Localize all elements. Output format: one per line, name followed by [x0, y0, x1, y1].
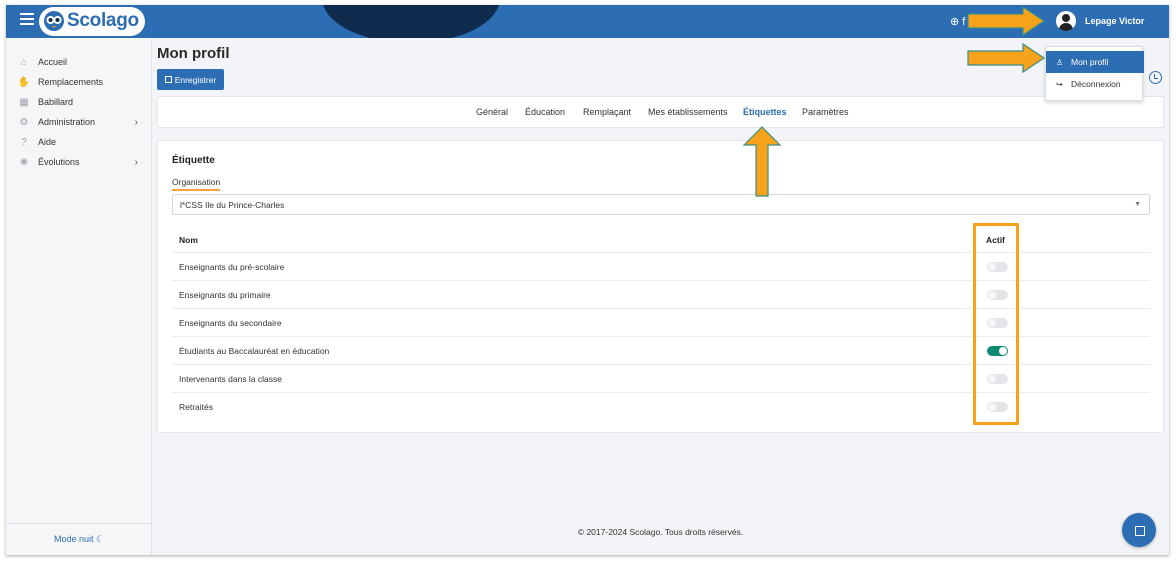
home-icon: ⌂ — [20, 56, 28, 68]
save-fab-button[interactable] — [1122, 513, 1156, 547]
night-mode-toggle[interactable]: Mode nuit ☾ — [6, 523, 152, 555]
organisation-label: Organisation — [172, 177, 221, 191]
save-button-label: Enregistrer — [174, 74, 217, 85]
chevron-down-icon: ▼ — [1134, 201, 1141, 208]
column-header-name: Nom — [179, 235, 198, 245]
user-menu-toggle[interactable]: Lepage Victor — [1056, 9, 1144, 33]
organisation-select[interactable]: l*CSS Ile du Prince-Charles ▼ — [172, 194, 1150, 215]
question-icon: ? — [21, 136, 27, 148]
save-button[interactable]: Enregistrer — [157, 69, 224, 90]
tab-education[interactable]: Éducation — [525, 107, 565, 117]
page-title: Mon profil — [157, 45, 230, 62]
handshake-icon: ✋ — [17, 76, 31, 88]
hamburger-menu-icon[interactable] — [20, 13, 34, 25]
sidebar-item-evolutions[interactable]: ❀ Évolutions › — [6, 152, 152, 172]
sidebar-item-babillard[interactable]: ▦ Babillard — [6, 92, 152, 112]
row-label: Enseignants du secondaire — [179, 318, 282, 328]
chevron-right-icon: › — [134, 156, 138, 168]
sidebar-item-label: Babillard — [38, 97, 74, 107]
sidebar-item-aide[interactable]: ? Aide — [6, 132, 152, 152]
tab-parametres[interactable]: Paramètres — [802, 107, 849, 117]
user-name: Lepage Victor — [1085, 16, 1145, 26]
menu-item-deconnexion[interactable]: ↪ Déconnexion — [1046, 73, 1144, 95]
top-bar: Scolago ⊕ f Lepage Victor — [6, 5, 1169, 38]
history-icon[interactable] — [1149, 71, 1162, 84]
sidebar-item-label: Accueil — [38, 57, 68, 67]
logout-icon: ↪ — [1056, 79, 1063, 89]
gear-icon: ⚙ — [19, 116, 29, 128]
sidebar-item-administration[interactable]: ⚙ Administration › — [6, 112, 152, 132]
header-decoration — [322, 5, 500, 38]
row-label: Retraités — [179, 402, 214, 412]
sidebar-item-accueil[interactable]: ⌂ Accueil — [6, 52, 152, 72]
user-dropdown-menu: ♙ Mon profil ↪ Déconnexion — [1045, 46, 1144, 101]
sprout-icon: ❀ — [19, 156, 29, 168]
footer-copyright: © 2017-2024 Scolago. Tous droits réservé… — [577, 527, 744, 537]
annotation-highlight-box — [973, 223, 1019, 425]
brand-area: Scolago — [6, 5, 152, 38]
sidebar-item-remplacements[interactable]: ✋ Remplacements — [6, 72, 152, 92]
tab-bar: Général Éducation Remplaçant Mes établis… — [157, 96, 1164, 128]
brand-name: Scolago — [67, 10, 139, 31]
organisation-value: l*CSS Ile du Prince-Charles — [180, 200, 285, 210]
tab-general[interactable]: Général — [476, 107, 508, 117]
tab-etiquettes[interactable]: Étiquettes — [743, 107, 787, 117]
annotation-arrow-profile — [967, 42, 1046, 74]
floppy-icon — [164, 76, 172, 83]
sidebar-item-label: Aide — [38, 137, 57, 147]
menu-item-label: Mon profil — [1071, 57, 1109, 67]
bulletin-icon: ▦ — [19, 96, 29, 108]
sidebar: ⌂ Accueil ✋ Remplacements ▦ Babillard ⚙ … — [6, 38, 152, 555]
sidebar-item-label: Évolutions — [38, 157, 80, 167]
avatar — [1056, 11, 1076, 31]
row-label: Enseignants du primaire — [179, 290, 271, 300]
user-icon: ♙ — [1056, 57, 1064, 67]
row-label: Étudiants au Baccalauréat en éducation — [179, 346, 330, 356]
sidebar-item-label: Remplacements — [38, 77, 104, 87]
tab-etablissements[interactable]: Mes établissements — [648, 107, 728, 117]
language-globe-icon[interactable]: ⊕ f — [950, 15, 965, 28]
menu-item-label: Déconnexion — [1071, 79, 1121, 89]
row-label: Intervenants dans la classe — [179, 374, 283, 384]
tab-remplacant[interactable]: Remplaçant — [583, 107, 631, 117]
sidebar-item-label: Administration — [38, 117, 96, 127]
app-window: Scolago ⊕ f Lepage Victor ⌂ Accueil ✋ Re… — [6, 5, 1169, 555]
menu-item-mon-profil[interactable]: ♙ Mon profil — [1046, 51, 1144, 73]
owl-logo-icon — [44, 11, 64, 31]
section-title: Étiquette — [172, 155, 215, 166]
chevron-right-icon: › — [134, 116, 138, 128]
logo[interactable]: Scolago — [39, 7, 145, 36]
row-label: Enseignants du pré-scolaire — [179, 262, 285, 272]
